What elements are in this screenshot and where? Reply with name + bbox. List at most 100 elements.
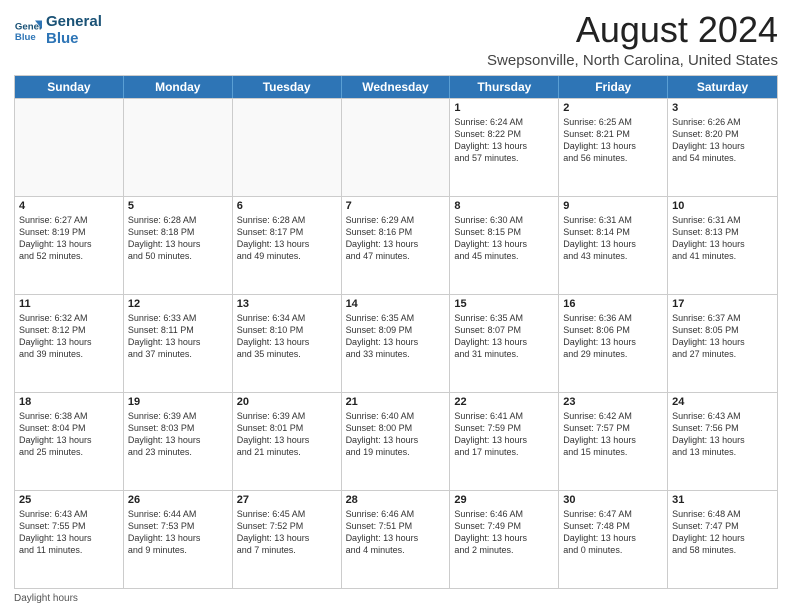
day-number: 13 <box>237 298 337 310</box>
day-info: Sunrise: 6:26 AM Sunset: 8:20 PM Dayligh… <box>672 116 773 165</box>
footer-note: Daylight hours <box>14 593 778 604</box>
day-info: Sunrise: 6:29 AM Sunset: 8:16 PM Dayligh… <box>346 214 446 263</box>
day-info: Sunrise: 6:28 AM Sunset: 8:18 PM Dayligh… <box>128 214 228 263</box>
day-info: Sunrise: 6:38 AM Sunset: 8:04 PM Dayligh… <box>19 410 119 459</box>
day-info: Sunrise: 6:35 AM Sunset: 8:09 PM Dayligh… <box>346 312 446 361</box>
calendar-header: SundayMondayTuesdayWednesdayThursdayFrid… <box>15 76 777 98</box>
calendar-cell: 4 Sunrise: 6:27 AM Sunset: 8:19 PM Daylig… <box>15 197 124 294</box>
calendar-row-2: 11 Sunrise: 6:32 AM Sunset: 8:12 PM Dayli… <box>15 294 777 392</box>
day-info: Sunrise: 6:48 AM Sunset: 7:47 PM Dayligh… <box>672 508 773 557</box>
header-cell-monday: Monday <box>124 76 233 98</box>
day-number: 2 <box>563 102 663 114</box>
calendar-cell: 18 Sunrise: 6:38 AM Sunset: 8:04 PM Dayli… <box>15 393 124 490</box>
day-info: Sunrise: 6:44 AM Sunset: 7:53 PM Dayligh… <box>128 508 228 557</box>
calendar-row-0: 1 Sunrise: 6:24 AM Sunset: 8:22 PM Daylig… <box>15 98 777 196</box>
day-info: Sunrise: 6:24 AM Sunset: 8:22 PM Dayligh… <box>454 116 554 165</box>
day-info: Sunrise: 6:33 AM Sunset: 8:11 PM Dayligh… <box>128 312 228 361</box>
calendar-row-1: 4 Sunrise: 6:27 AM Sunset: 8:19 PM Daylig… <box>15 196 777 294</box>
calendar-cell: 2 Sunrise: 6:25 AM Sunset: 8:21 PM Daylig… <box>559 99 668 196</box>
header-cell-saturday: Saturday <box>668 76 777 98</box>
day-info: Sunrise: 6:39 AM Sunset: 8:03 PM Dayligh… <box>128 410 228 459</box>
calendar-cell: 5Sunrise: 6:28 AM Sunset: 8:18 PM Daylig… <box>124 197 233 294</box>
day-number: 26 <box>128 494 228 506</box>
day-number: 15 <box>454 298 554 310</box>
day-info: Sunrise: 6:42 AM Sunset: 7:57 PM Dayligh… <box>563 410 663 459</box>
header-cell-thursday: Thursday <box>450 76 559 98</box>
day-number: 4 <box>19 200 119 212</box>
day-number: 31 <box>672 494 773 506</box>
calendar-cell: 6Sunrise: 6:28 AM Sunset: 8:17 PM Daylig… <box>233 197 342 294</box>
calendar-cell <box>342 99 451 196</box>
day-number: 21 <box>346 396 446 408</box>
day-info: Sunrise: 6:28 AM Sunset: 8:17 PM Dayligh… <box>237 214 337 263</box>
day-info: Sunrise: 6:47 AM Sunset: 7:48 PM Dayligh… <box>563 508 663 557</box>
calendar-cell: 16 Sunrise: 6:36 AM Sunset: 8:06 PM Dayli… <box>559 295 668 392</box>
calendar-cell: 11 Sunrise: 6:32 AM Sunset: 8:12 PM Dayli… <box>15 295 124 392</box>
day-number: 1 <box>454 102 554 114</box>
header-cell-wednesday: Wednesday <box>342 76 451 98</box>
calendar-cell: 20 Sunrise: 6:39 AM Sunset: 8:01 PM Dayli… <box>233 393 342 490</box>
day-number: 29 <box>454 494 554 506</box>
calendar: SundayMondayTuesdayWednesdayThursdayFrid… <box>14 75 778 589</box>
logo-text: General Blue <box>46 14 102 47</box>
day-info: Sunrise: 6:31 AM Sunset: 8:13 PM Dayligh… <box>672 214 773 263</box>
day-info: Sunrise: 6:43 AM Sunset: 7:55 PM Dayligh… <box>19 508 119 557</box>
page: General Blue General Blue August 2024 Sw… <box>0 0 792 612</box>
day-info: Sunrise: 6:27 AM Sunset: 8:19 PM Dayligh… <box>19 214 119 263</box>
calendar-cell: 19 Sunrise: 6:39 AM Sunset: 8:03 PM Dayli… <box>124 393 233 490</box>
day-number: 23 <box>563 396 663 408</box>
calendar-cell: 12 Sunrise: 6:33 AM Sunset: 8:11 PM Dayli… <box>124 295 233 392</box>
svg-text:Blue: Blue <box>15 31 36 42</box>
day-number: 10 <box>672 200 773 212</box>
calendar-cell <box>124 99 233 196</box>
calendar-cell: 28Sunrise: 6:46 AM Sunset: 7:51 PM Dayli… <box>342 491 451 588</box>
calendar-row-4: 25Sunrise: 6:43 AM Sunset: 7:55 PM Dayli… <box>15 490 777 588</box>
day-info: Sunrise: 6:31 AM Sunset: 8:14 PM Dayligh… <box>563 214 663 263</box>
day-number: 24 <box>672 396 773 408</box>
calendar-cell: 22Sunrise: 6:41 AM Sunset: 7:59 PM Dayli… <box>450 393 559 490</box>
calendar-cell <box>15 99 124 196</box>
day-info: Sunrise: 6:30 AM Sunset: 8:15 PM Dayligh… <box>454 214 554 263</box>
calendar-cell: 10 Sunrise: 6:31 AM Sunset: 8:13 PM Dayli… <box>668 197 777 294</box>
day-number: 8 <box>454 200 554 212</box>
calendar-cell: 17Sunrise: 6:37 AM Sunset: 8:05 PM Dayli… <box>668 295 777 392</box>
day-number: 18 <box>19 396 119 408</box>
calendar-cell: 7Sunrise: 6:29 AM Sunset: 8:16 PM Daylig… <box>342 197 451 294</box>
day-info: Sunrise: 6:43 AM Sunset: 7:56 PM Dayligh… <box>672 410 773 459</box>
day-number: 12 <box>128 298 228 310</box>
day-number: 11 <box>19 298 119 310</box>
calendar-cell: 27 Sunrise: 6:45 AM Sunset: 7:52 PM Dayli… <box>233 491 342 588</box>
header-cell-sunday: Sunday <box>15 76 124 98</box>
calendar-cell: 31 Sunrise: 6:48 AM Sunset: 7:47 PM Dayli… <box>668 491 777 588</box>
day-info: Sunrise: 6:25 AM Sunset: 8:21 PM Dayligh… <box>563 116 663 165</box>
day-number: 28 <box>346 494 446 506</box>
day-number: 3 <box>672 102 773 114</box>
header-cell-friday: Friday <box>559 76 668 98</box>
day-number: 19 <box>128 396 228 408</box>
main-title: August 2024 <box>487 10 778 50</box>
day-info: Sunrise: 6:34 AM Sunset: 8:10 PM Dayligh… <box>237 312 337 361</box>
calendar-cell: 29 Sunrise: 6:46 AM Sunset: 7:49 PM Dayli… <box>450 491 559 588</box>
day-number: 14 <box>346 298 446 310</box>
day-info: Sunrise: 6:32 AM Sunset: 8:12 PM Dayligh… <box>19 312 119 361</box>
logo-icon: General Blue <box>14 17 42 45</box>
header: General Blue General Blue August 2024 Sw… <box>14 10 778 69</box>
day-number: 16 <box>563 298 663 310</box>
calendar-cell: 21 Sunrise: 6:40 AM Sunset: 8:00 PM Dayli… <box>342 393 451 490</box>
day-info: Sunrise: 6:46 AM Sunset: 7:49 PM Dayligh… <box>454 508 554 557</box>
day-info: Sunrise: 6:36 AM Sunset: 8:06 PM Dayligh… <box>563 312 663 361</box>
calendar-row-3: 18 Sunrise: 6:38 AM Sunset: 8:04 PM Dayli… <box>15 392 777 490</box>
day-number: 27 <box>237 494 337 506</box>
subtitle: Swepsonville, North Carolina, United Sta… <box>487 52 778 69</box>
day-info: Sunrise: 6:39 AM Sunset: 8:01 PM Dayligh… <box>237 410 337 459</box>
calendar-cell: 1 Sunrise: 6:24 AM Sunset: 8:22 PM Daylig… <box>450 99 559 196</box>
day-info: Sunrise: 6:37 AM Sunset: 8:05 PM Dayligh… <box>672 312 773 361</box>
day-info: Sunrise: 6:40 AM Sunset: 8:00 PM Dayligh… <box>346 410 446 459</box>
calendar-cell: 30Sunrise: 6:47 AM Sunset: 7:48 PM Dayli… <box>559 491 668 588</box>
calendar-cell: 14 Sunrise: 6:35 AM Sunset: 8:09 PM Dayli… <box>342 295 451 392</box>
logo: General Blue General Blue <box>14 14 102 47</box>
calendar-cell: 15Sunrise: 6:35 AM Sunset: 8:07 PM Dayli… <box>450 295 559 392</box>
day-number: 20 <box>237 396 337 408</box>
calendar-body: 1 Sunrise: 6:24 AM Sunset: 8:22 PM Daylig… <box>15 98 777 588</box>
day-info: Sunrise: 6:45 AM Sunset: 7:52 PM Dayligh… <box>237 508 337 557</box>
